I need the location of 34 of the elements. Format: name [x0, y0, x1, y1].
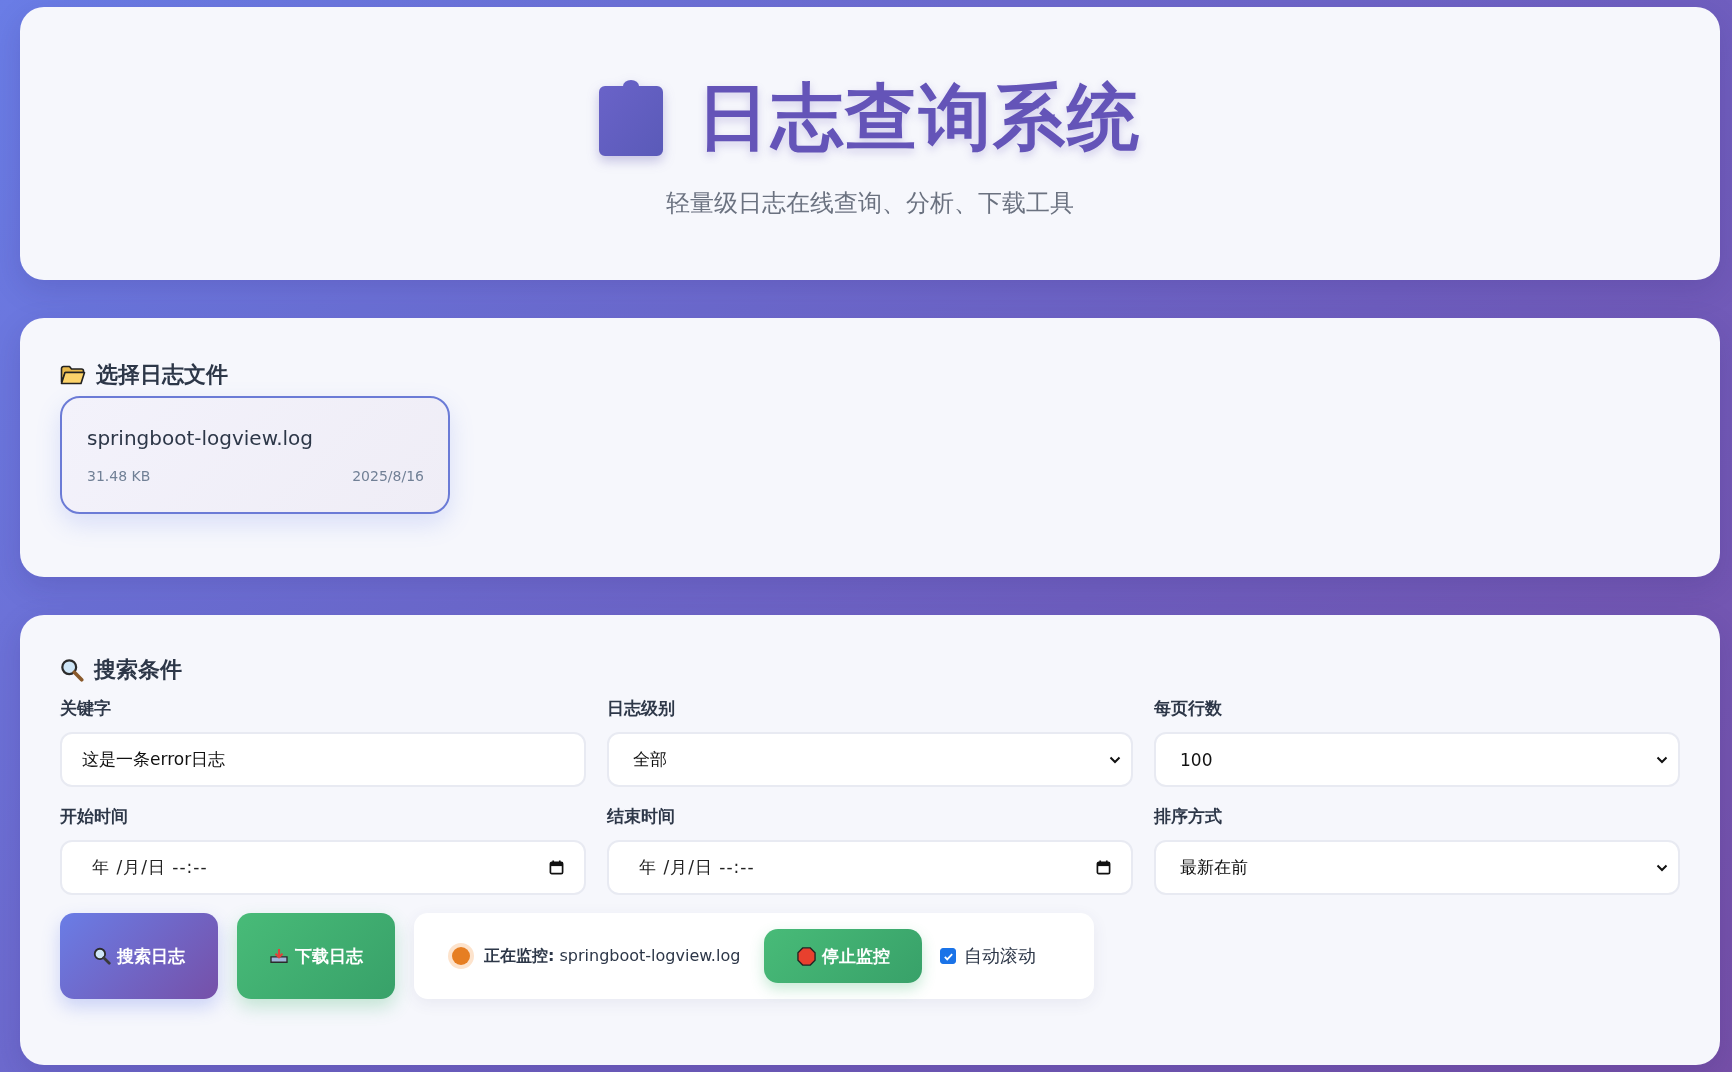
action-button[interactable]: 搜索日志: [60, 913, 218, 999]
calendar-icon: [549, 860, 564, 875]
app-subtitle: 轻量级日志在线查询、分析、下载工具: [666, 188, 1074, 220]
field-label: 关键字: [60, 697, 112, 720]
chevron-down-icon: [1109, 755, 1121, 764]
auto-scroll-checkbox[interactable]: 自动滚动: [940, 944, 1037, 968]
stop-sign-icon: [796, 946, 816, 966]
file-card[interactable]: springboot-logview.log 31.48 KB 2025/8/16: [60, 396, 450, 514]
file-name: springboot-logview.log: [87, 426, 315, 450]
keyword-input[interactable]: 这是一条error日志: [60, 732, 586, 787]
section-title: 选择日志文件: [96, 361, 228, 389]
monitor-status: 正在监控: springboot-logview.log: [484, 945, 741, 967]
datetime-input[interactable]: 年 /月/日 --:--: [60, 840, 586, 895]
clipboard-icon: [599, 79, 663, 156]
field-label: 日志级别: [607, 697, 676, 720]
datetime-input[interactable]: 年 /月/日 --:--: [607, 840, 1133, 895]
field-label: 结束时间: [607, 805, 676, 828]
search-icon: [93, 947, 111, 965]
field-label: 每页行数: [1154, 697, 1223, 720]
calendar-icon: [1096, 860, 1111, 875]
search-icon: [60, 658, 84, 682]
chevron-down-icon: [1656, 863, 1668, 872]
dropdown[interactable]: 全部: [607, 732, 1133, 787]
dropdown[interactable]: 100: [1154, 732, 1680, 787]
file-size: 31.48 KB: [87, 468, 151, 484]
chevron-down-icon: [1656, 755, 1668, 764]
download-tray-icon: [269, 948, 289, 964]
field-label: 开始时间: [60, 805, 129, 828]
folder-icon: [60, 365, 86, 385]
section-title: 搜索条件: [94, 656, 182, 684]
app-title: 日志查询系统: [697, 77, 1141, 158]
dropdown[interactable]: 最新在前: [1154, 840, 1680, 895]
file-date: 2025/8/16: [352, 468, 424, 484]
field-label: 排序方式: [1154, 805, 1223, 828]
